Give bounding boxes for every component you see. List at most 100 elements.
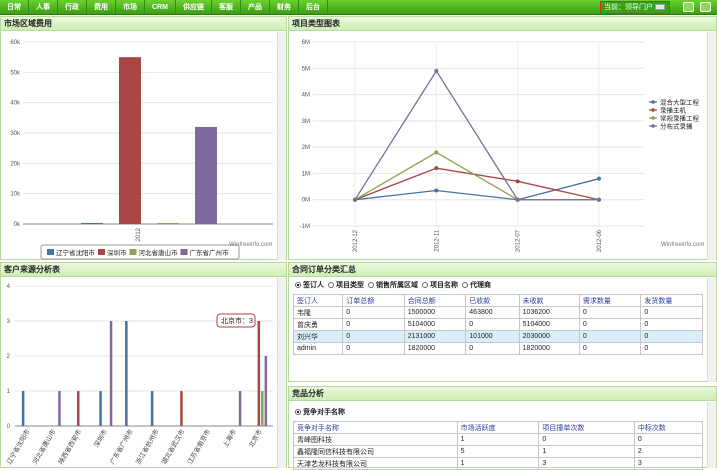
legend-label: 常规录播工程: [660, 114, 700, 123]
panel-title: 竞品分析: [289, 387, 716, 401]
radio-option-1[interactable]: 项目类型: [328, 282, 364, 289]
project-type-chart: -1M 0M 1M 2M 3M 4M 5M 6M 2012-12 2012-11 2012-07 20…: [300, 40, 700, 252]
edit-icon[interactable]: [683, 2, 694, 12]
legend-label: 混合大型工程: [660, 98, 700, 107]
bar: [264, 356, 268, 426]
table-cell: 463800: [465, 306, 520, 319]
radio-option-0[interactable]: 签订人: [295, 282, 324, 289]
table-cell: 0: [633, 433, 704, 446]
radio-button[interactable]: [462, 282, 468, 288]
tooltip: 北京市：3: [216, 313, 256, 328]
table-cell: 0: [578, 306, 642, 319]
tooltip-text: 北京市：3: [221, 316, 253, 325]
window-icon[interactable]: [700, 2, 711, 12]
table-cell: 1500000: [403, 306, 467, 319]
radio-button[interactable]: [295, 282, 301, 288]
bar-2: [157, 223, 179, 224]
top-nav: 日常 人事 行政 费用 市场 CRM 供应链 客服 产品 财务 后台 当前：领导门户: [0, 0, 717, 15]
table-row[interactable]: 鑫福隆同信科技有限公司 5 1 2: [293, 445, 704, 458]
nav-item-3[interactable]: 费用: [87, 0, 116, 15]
y-tick-label: 5M: [302, 66, 310, 72]
legend-swatch: [180, 249, 188, 255]
bar: [257, 321, 261, 426]
panel-title: 客户来源分析表: [1, 263, 286, 277]
scrollbar[interactable]: [277, 32, 286, 260]
radio-button[interactable]: [368, 282, 374, 288]
table-row[interactable]: 刘兴华 0 2131000 101000 2030000 0 0: [292, 330, 703, 343]
legend-label: 河北省唐山市: [139, 248, 179, 257]
table-cell: 5104000: [403, 318, 467, 331]
radio-option-4[interactable]: 代理商: [462, 282, 491, 289]
scrollbar[interactable]: [707, 278, 716, 382]
legend-label: 辽宁省沈阳市: [56, 248, 96, 257]
nav-item-8[interactable]: 产品: [241, 0, 270, 15]
contract-table: 签订人 订单总额 合同总额 已收款 未收款 需求数量 发货数量 韦隆 0 1500000 4638…: [292, 294, 703, 355]
table-header: 竞争对手名称 市场活跃度 项目撞单次数 中标次数: [293, 421, 704, 434]
nav-item-4[interactable]: 市场: [116, 0, 145, 15]
table-cell: 青峰图科技: [293, 433, 458, 446]
legend-marker: [651, 124, 655, 128]
radio-label: 项目名称: [430, 282, 458, 289]
column-header: 未收款: [518, 294, 580, 307]
nav-item-2[interactable]: 行政: [58, 0, 87, 15]
table-cell: 0: [640, 318, 703, 331]
y-tick-label: 0k: [14, 222, 21, 228]
portal-dropdown-icon[interactable]: [655, 4, 665, 11]
contract-summary-panel: 合同订单分类汇总 签订人 项目类型 销售所属区域 项目名称 代理商 签订人 订单总额 合同总…: [288, 262, 717, 382]
radio-button[interactable]: [295, 409, 301, 415]
table-cell: 0: [465, 318, 520, 331]
portal-selector[interactable]: 当前：领导门户: [600, 1, 670, 14]
y-tick-label: 0: [7, 424, 11, 430]
portal-label: 当前：领导门户: [604, 4, 653, 11]
data-point: [434, 68, 439, 73]
table-cell: 0: [578, 342, 642, 355]
nav-item-6[interactable]: 供应链: [176, 0, 212, 15]
x-tick-label: 江苏省南京市: [185, 427, 213, 466]
x-tick-label: 2012-12: [353, 229, 359, 252]
y-tick-label: 6M: [302, 40, 310, 46]
radio-button[interactable]: [422, 282, 428, 288]
customer-source-chart: 0 1 2 3 4 辽宁省沈阳市 河北省唐山市 陕西省西安市 深圳市 广东省广州市 浙江省杭州市 湖北…: [4, 284, 273, 466]
table-row[interactable]: 韦隆 0 1500000 463800 1036200 0 0: [292, 306, 703, 319]
bar: [109, 321, 113, 426]
data-point: [353, 197, 357, 202]
nav-item-5[interactable]: CRM: [145, 0, 176, 15]
y-tick-label: 30k: [10, 131, 21, 137]
data-point: [515, 179, 520, 184]
table-cell: 刘兴华: [292, 330, 344, 343]
column-header: 市场活跃度: [456, 421, 540, 434]
radio-label: 签订人: [303, 282, 324, 289]
table-cell: 1: [456, 433, 540, 446]
scrollbar[interactable]: [707, 32, 716, 260]
nav-item-1[interactable]: 人事: [29, 0, 58, 15]
scrollbar[interactable]: [277, 278, 286, 468]
radio-option-2[interactable]: 销售所属区域: [368, 282, 418, 289]
table-cell: 0: [342, 330, 405, 343]
table-cell: 2: [633, 445, 704, 458]
nav-item-0[interactable]: 日常: [0, 0, 29, 15]
radio-button[interactable]: [328, 282, 334, 288]
scrollbar[interactable]: [707, 402, 716, 468]
table-cell: 2030000: [518, 330, 580, 343]
bar: [99, 391, 102, 426]
table-row[interactable]: 曾庆勇 0 5104000 0 5104000 0 0: [292, 318, 703, 331]
legend-swatch: [98, 249, 105, 255]
table-cell: 0: [465, 342, 520, 355]
table-cell: 0: [578, 318, 642, 331]
bar-1: [119, 57, 141, 225]
bar: [21, 391, 25, 426]
data-point: [597, 176, 601, 181]
nav-item-10[interactable]: 后台: [299, 0, 328, 15]
radio-option-3[interactable]: 项目名称: [422, 282, 458, 289]
legend-label: 分布式录播: [660, 122, 693, 131]
table-row[interactable]: 青峰图科技 1 0 0: [293, 433, 704, 446]
nav-item-9[interactable]: 财务: [270, 0, 299, 15]
bar: [238, 391, 242, 426]
bar: [150, 391, 154, 426]
nav-item-7[interactable]: 客服: [212, 0, 241, 15]
legend-marker: [651, 116, 655, 120]
competitor-radio[interactable]: 竞争对手名称: [289, 407, 345, 419]
series-line-0: [354, 178, 600, 201]
table-row[interactable]: admin 0 1820000 0 1820000 0 0: [292, 342, 703, 355]
y-tick-label: 20k: [10, 161, 21, 167]
